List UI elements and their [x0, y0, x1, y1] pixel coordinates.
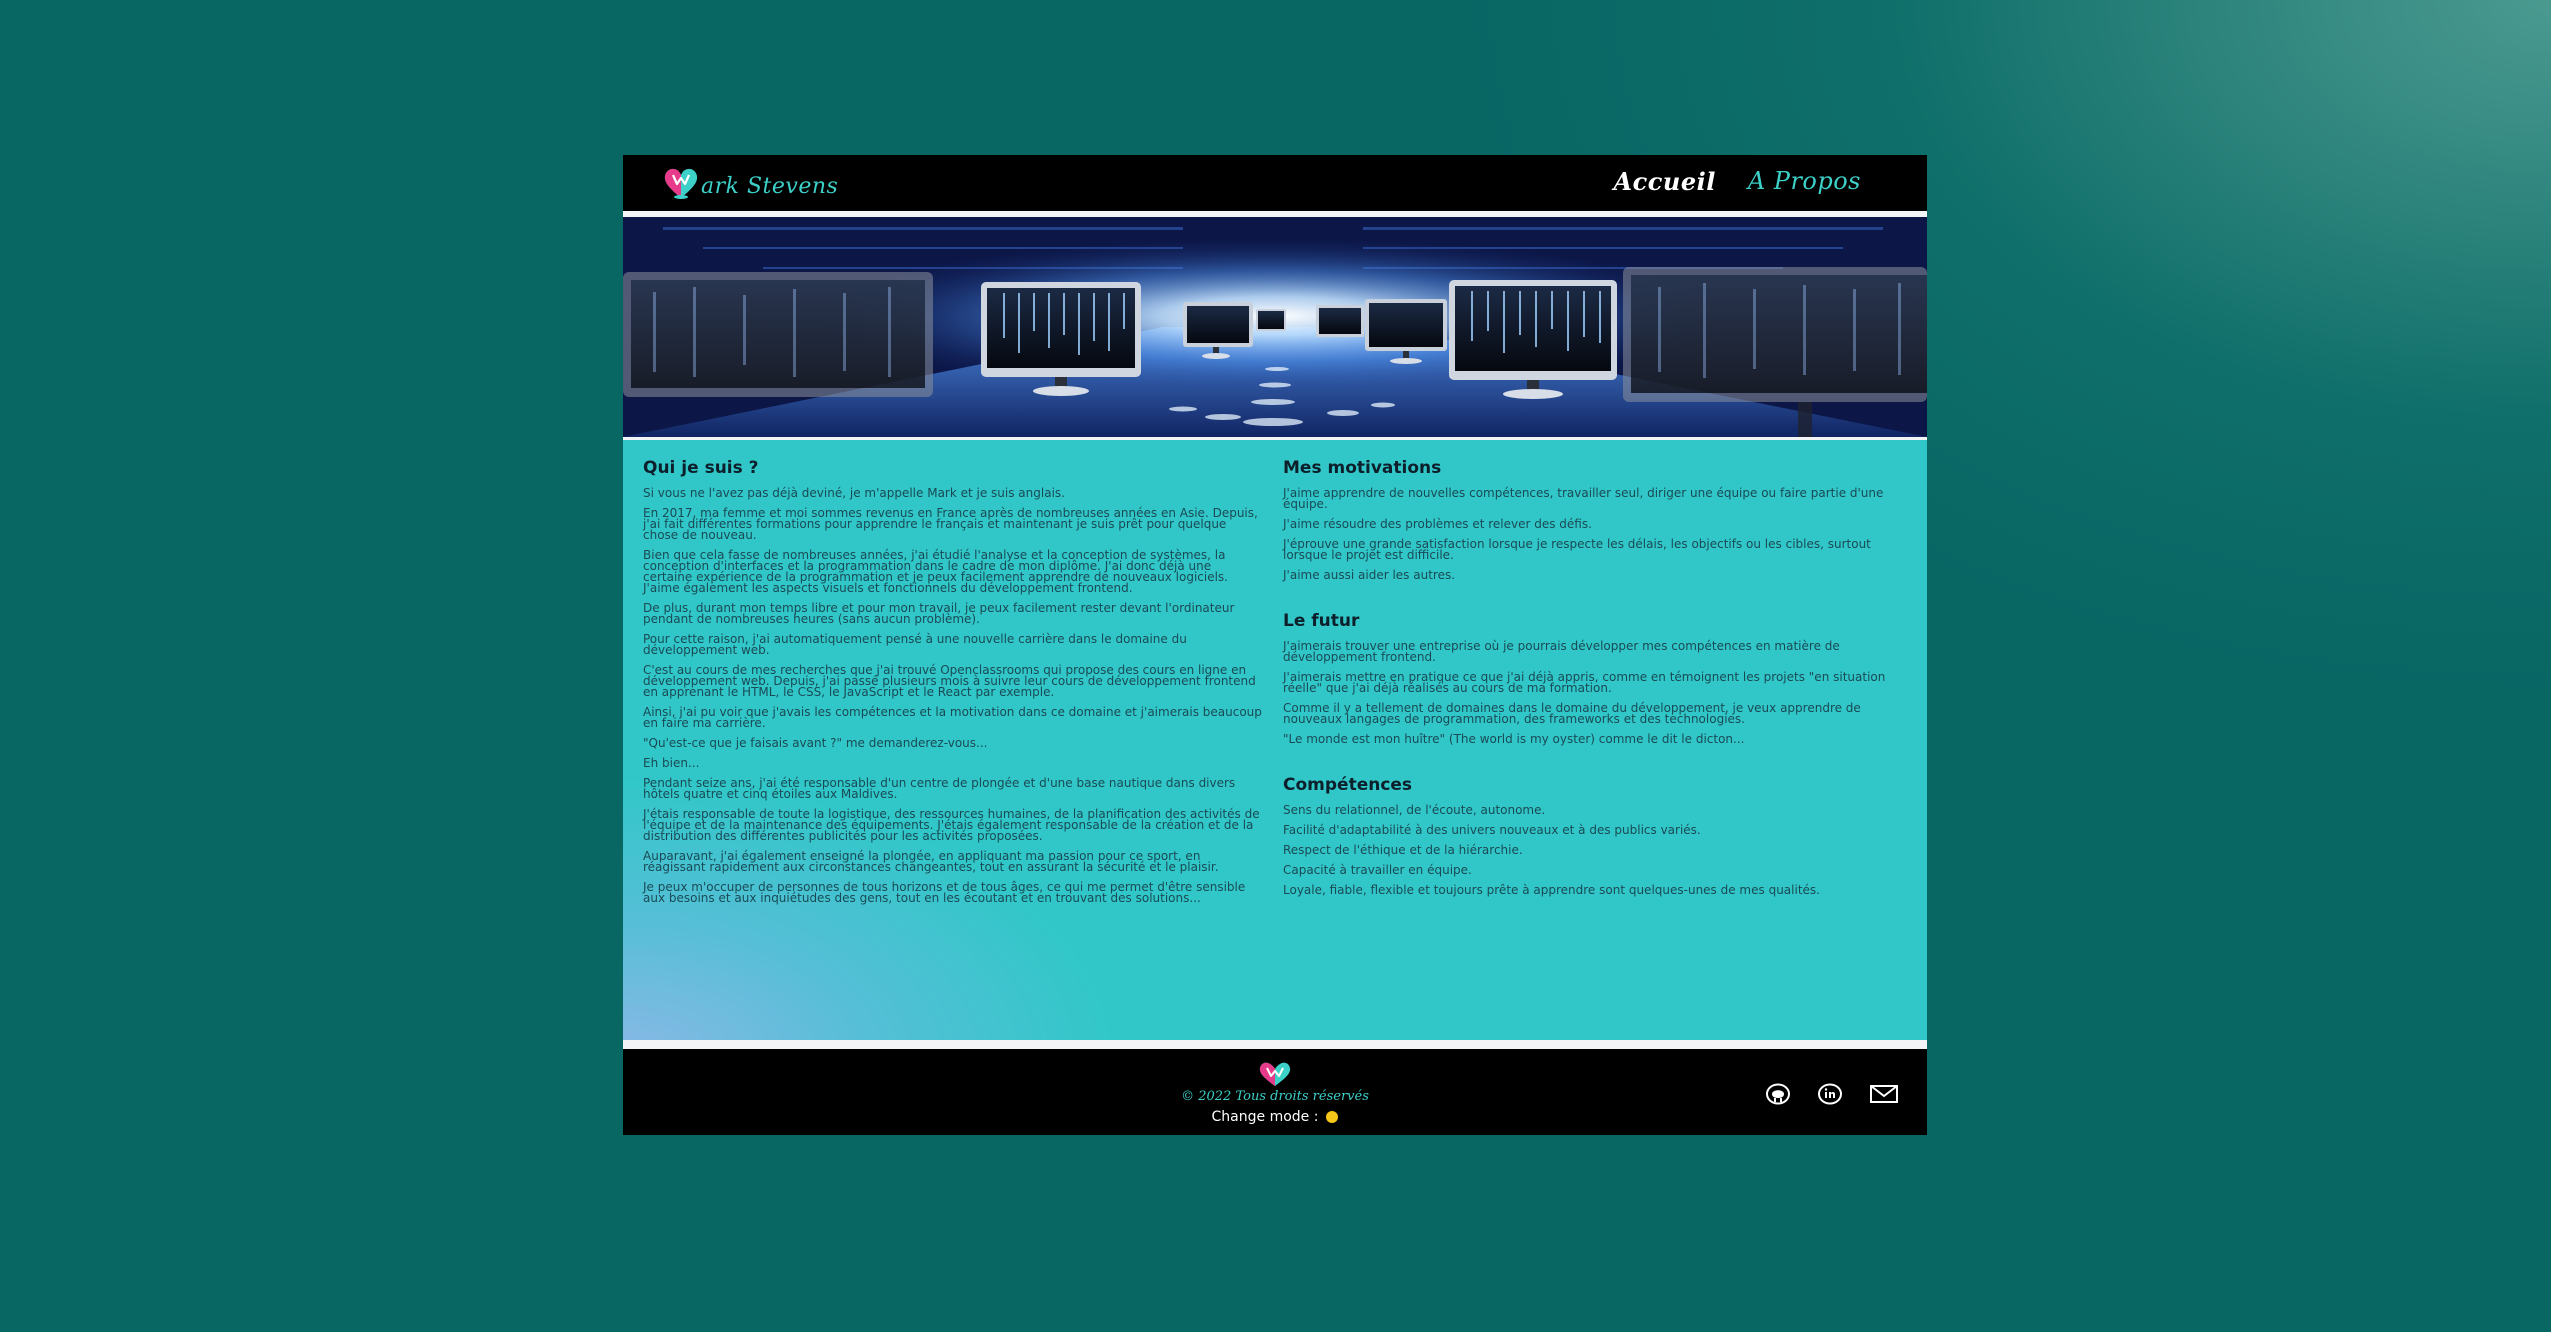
about-paragraph: Si vous ne l'avez pas déjà deviné, je m'… [643, 486, 1065, 500]
hero-banner [623, 217, 1927, 437]
futur-item: "Le monde est mon huître" (The world is … [1283, 732, 1745, 746]
about-paragraph: C'est au cours de mes recherches que j'a… [643, 663, 1256, 699]
competence-item: Capacité à travailler en équipe. [1283, 863, 1472, 877]
futur-item: Comme il y a tellement de domaines dans … [1283, 701, 1861, 726]
nav-accueil[interactable]: Accueil [1614, 167, 1716, 196]
futur-title: Le futur [1283, 611, 1360, 631]
about-paragraph: De plus, durant mon temps libre et pour … [643, 601, 1235, 626]
footer-divider [623, 1040, 1927, 1049]
competence-item: Loyale, fiable, flexible et toujours prê… [1283, 883, 1820, 897]
heart-logo-icon [1259, 1062, 1291, 1086]
motivation-item: J'aime aussi aider les autres. [1283, 568, 1456, 582]
futur-item: J'aimerais mettre en pratique ce que j'a… [1283, 670, 1886, 695]
main-nav: Accueil A Propos [1614, 167, 1861, 196]
copyright-text: © 2022 Tous droits réservés [1181, 1089, 1369, 1104]
about-paragraph: J'étais responsable de toute la logistiq… [643, 807, 1260, 843]
nav-apropos[interactable]: A Propos [1748, 167, 1861, 196]
mail-icon[interactable] [1869, 1083, 1899, 1109]
header: ark Stevens Accueil A Propos [623, 155, 1927, 211]
about-paragraph: Bien que cela fasse de nombreuses années… [643, 548, 1228, 595]
futur-item: J'aimerais trouver une entreprise où je … [1283, 639, 1840, 664]
motivation-item: J'aime apprendre de nouvelles compétence… [1283, 486, 1884, 511]
about-column: Qui je suis ? Si vous ne l'avez pas déjà… [643, 458, 1263, 913]
logo[interactable]: ark Stevens [663, 163, 838, 203]
futur-section: Le futur J'aimerais trouver une entrepri… [1283, 611, 1908, 745]
heart-logo-icon [664, 168, 698, 199]
competence-item: Facilité d'adaptabilité à des univers no… [1283, 823, 1701, 837]
site-container: ark Stevens Accueil A Propos Qui je suis… [623, 155, 1927, 1135]
about-paragraph: Pour cette raison, j'ai automatiquement … [643, 632, 1187, 657]
goals-column: Mes motivations J'aime apprendre de nouv… [1283, 458, 1908, 926]
motivation-item: J'aime résoudre des problèmes et relever… [1283, 517, 1592, 531]
theme-toggle[interactable] [1326, 1111, 1339, 1123]
competences-section: Compétences Sens du relationnel, de l'éc… [1283, 775, 1908, 896]
footer: © 2022 Tous droits réservés Change mode … [623, 1049, 1927, 1135]
main-content: Qui je suis ? Si vous ne l'avez pas déjà… [623, 440, 1927, 1040]
mode-label: Change mode : [1211, 1109, 1319, 1125]
about-paragraph: Pendant seize ans, j'ai été responsable … [643, 776, 1236, 801]
about-paragraph: "Qu'est-ce que je faisais avant ?" me de… [643, 736, 988, 750]
logo-text: ark Stevens [701, 173, 839, 199]
binary-monitors-illustration [623, 217, 1927, 437]
about-paragraph: Auparavant, j'ai également enseigné la p… [643, 849, 1219, 874]
competences-title: Compétences [1283, 775, 1413, 795]
motivations-title: Mes motivations [1283, 458, 1442, 478]
mode-row: Change mode : [623, 1109, 1927, 1125]
motivations-section: Mes motivations J'aime apprendre de nouv… [1283, 458, 1908, 581]
about-paragraph: En 2017, ma femme et moi sommes revenus … [643, 506, 1258, 542]
linkedin-icon[interactable] [1817, 1083, 1843, 1109]
github-icon[interactable] [1765, 1083, 1791, 1109]
competence-item: Sens du relationnel, de l'écoute, autono… [1283, 803, 1546, 817]
about-paragraph: Je peux m'occuper de personnes de tous h… [643, 880, 1246, 905]
about-paragraph: Ainsi, j'ai pu voir que j'avais les comp… [643, 705, 1262, 730]
about-title: Qui je suis ? [643, 458, 759, 478]
motivation-item: J'éprouve une grande satisfaction lorsqu… [1283, 537, 1871, 562]
about-paragraph: Eh bien... [643, 756, 700, 770]
social-links [1765, 1083, 1899, 1109]
competence-item: Respect de l'éthique et de la hiérarchie… [1283, 843, 1523, 857]
